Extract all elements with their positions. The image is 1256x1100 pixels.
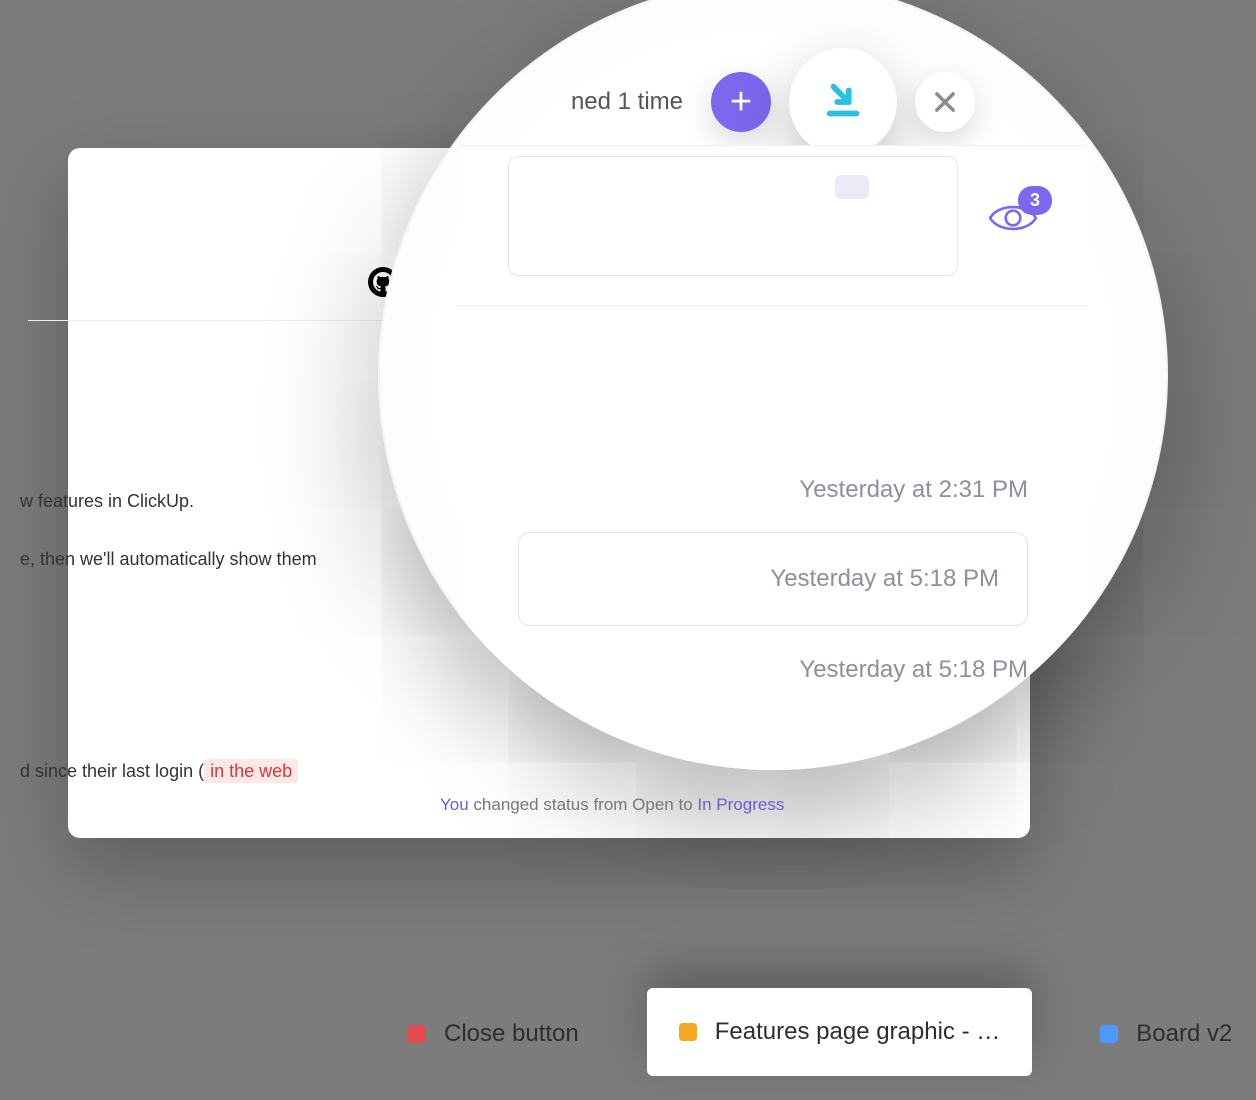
plus-icon: + <box>730 83 752 121</box>
activity-timeline: Yesterday at 2:31 PM Yesterday at 5:18 P… <box>518 476 1028 712</box>
status-change-line: You changed status from Open to In Progr… <box>440 795 784 815</box>
tray-label: Close button <box>444 1020 579 1048</box>
timestamp: Yesterday at 5:18 PM <box>518 656 1028 684</box>
tray-task-board-v2[interactable]: Board v2 <box>1072 998 1256 1070</box>
timestamp: Yesterday at 5:18 PM <box>770 565 999 592</box>
web-link[interactable]: in the web <box>204 759 298 783</box>
task-activity-panel: 3 Yesterday at 2:31 PM Yesterday at 5:18… <box>458 145 1088 770</box>
tray-label: Features page graphic - … <box>715 1018 1000 1046</box>
watchers-button[interactable]: 3 <box>988 198 1038 243</box>
description-line: w features in ClickUp. <box>20 488 194 515</box>
task-toolbar: ned 1 time + <box>378 48 1168 156</box>
status-to: In Progress <box>697 795 784 814</box>
status-square-icon <box>408 1025 426 1043</box>
description-line: d since their last login (in the web <box>20 758 298 785</box>
timestamp: Yesterday at 2:31 PM <box>518 476 1028 504</box>
zoom-lens: ned 1 time + <box>378 0 1168 770</box>
tray-label: Board v2 <box>1136 1020 1232 1048</box>
minimize-to-tray-button[interactable] <box>789 48 897 156</box>
text: d since their last login ( <box>20 761 204 781</box>
actor-you: You <box>440 795 469 814</box>
description-line: e, then we'll automatically show them <box>20 546 317 573</box>
close-icon <box>931 88 959 116</box>
reaction-icon[interactable] <box>835 175 869 199</box>
minimize-to-tray-icon <box>820 79 866 125</box>
status-square-icon <box>1100 1025 1118 1043</box>
mentioned-text: ned 1 time <box>571 88 683 116</box>
close-button[interactable] <box>915 72 975 132</box>
tray-task-features-graphic[interactable]: Features page graphic - … <box>647 988 1032 1076</box>
status-from: Open <box>632 795 674 814</box>
tray-task-close-button[interactable]: Close button <box>380 998 607 1070</box>
status-square-icon <box>679 1023 697 1041</box>
task-tray: Close button Features page graphic - … B… <box>380 988 1256 1070</box>
watchers-count-badge: 3 <box>1018 186 1052 215</box>
text: changed status from <box>469 795 632 814</box>
activity-entry[interactable]: Yesterday at 5:18 PM <box>518 532 1028 626</box>
divider <box>28 320 428 321</box>
add-button[interactable]: + <box>711 72 771 132</box>
comment-card <box>508 156 958 276</box>
text: to <box>674 795 698 814</box>
